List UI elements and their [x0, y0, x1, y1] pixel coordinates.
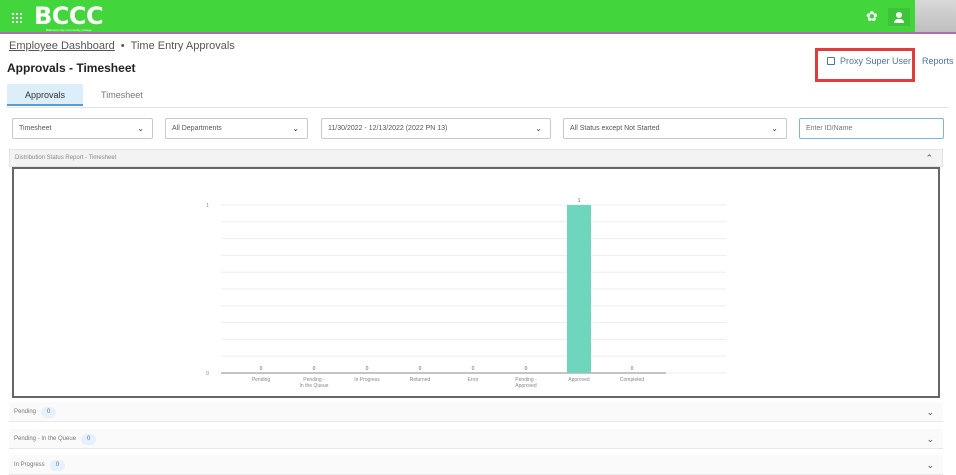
tab-timesheet[interactable]: Timesheet: [83, 84, 161, 106]
accordion-label: Pending - In the Queue: [14, 436, 77, 442]
logo-subtitle: Baltimore City Community College: [46, 28, 92, 32]
tab-divider: [7, 107, 949, 108]
count-badge: 0: [41, 407, 57, 418]
x-tick-label: Completed: [620, 377, 644, 383]
x-tick-label: Approved: [568, 377, 590, 383]
chevron-down-icon[interactable]: ⌄: [926, 402, 934, 422]
breadcrumb-current: Time Entry Approvals: [130, 40, 235, 52]
status-select[interactable]: All Status except Not Started ⌄: [563, 118, 787, 139]
chevron-down-icon: ⌄: [137, 124, 144, 133]
accordion-pending-in-queue[interactable]: Pending - In the Queue 0 ⌄: [9, 429, 943, 449]
x-tick-label: Error: [467, 377, 478, 383]
data-label: 0: [631, 366, 634, 372]
x-tick-label: In Progress: [354, 377, 380, 383]
proxy-label: Proxy Super User: [840, 56, 912, 66]
period-select[interactable]: 11/30/2022 - 12/13/2022 (2022 PN 13) ⌄: [321, 118, 551, 139]
chevron-down-icon[interactable]: ⌄: [926, 429, 934, 449]
x-tick-label: Returned: [410, 377, 431, 383]
count-badge: 0: [81, 434, 97, 445]
proxy-icon: [827, 57, 835, 65]
logo[interactable]: BCCC: [34, 2, 104, 30]
data-label: 0: [313, 366, 316, 372]
bar: [567, 205, 591, 373]
chart-container: 0 1 0 Pending 0 Pending -In the Queue 0 In Prog…: [12, 167, 940, 398]
breadcrumb: Employee Dashboard • Time Entry Approvals: [9, 40, 235, 52]
period-select-value: 11/30/2022 - 12/13/2022 (2022 PN 13): [328, 125, 448, 132]
data-label: 0: [260, 366, 263, 372]
y-tick-label: 1: [206, 203, 209, 209]
chevron-down-icon[interactable]: ⌄: [926, 455, 934, 475]
data-label: 1: [578, 198, 581, 204]
x-tick-label: Pending: [252, 377, 271, 383]
accordion-label: Pending: [14, 409, 37, 415]
tab-bar: Approvals Timesheet: [7, 84, 161, 106]
x-tick-label: Pending -In the Queue: [300, 377, 329, 389]
chart-panel-title: Distribution Status Report - Timesheet: [15, 155, 117, 161]
count-badge: 0: [49, 460, 66, 471]
type-select-value: Timesheet: [19, 125, 52, 132]
chevron-down-icon: ⌄: [771, 124, 778, 133]
top-bar: BCCC Baltimore City Community College ✿: [0, 0, 956, 34]
search-input[interactable]: [799, 118, 944, 139]
department-select-value: All Departments: [172, 125, 222, 132]
department-select[interactable]: All Departments ⌄: [165, 118, 308, 139]
y-tick-label: 0: [206, 371, 209, 377]
x-tick-label: Pending -Approved: [515, 377, 537, 389]
chevron-down-icon: ⌄: [535, 124, 542, 133]
data-label: 0: [525, 366, 528, 372]
breadcrumb-employee-dashboard[interactable]: Employee Dashboard: [9, 40, 115, 52]
tab-approvals[interactable]: Approvals: [7, 84, 84, 106]
chart-panel-header[interactable]: Distribution Status Report - Timesheet ⌃: [9, 149, 943, 167]
chevron-down-icon: ⌄: [292, 124, 299, 133]
reports-link[interactable]: Reports: [922, 56, 954, 66]
data-label: 0: [419, 366, 422, 372]
status-select-value: All Status except Not Started: [570, 125, 660, 132]
accordion-pending[interactable]: Pending 0 ⌄: [9, 402, 943, 422]
user-icon[interactable]: [888, 8, 910, 26]
data-label: 0: [366, 366, 369, 372]
type-select[interactable]: Timesheet ⌄: [12, 118, 153, 139]
chevron-up-icon[interactable]: ⌃: [925, 150, 933, 166]
app-menu-icon[interactable]: [12, 13, 22, 23]
accordion-in-progress[interactable]: In Progress 0 ⌄: [9, 455, 943, 475]
avatar[interactable]: [915, 0, 956, 32]
gear-icon[interactable]: ✿: [866, 9, 878, 23]
data-label: 0: [472, 366, 475, 372]
page-title: Approvals - Timesheet: [7, 61, 136, 75]
accordion-label: In Progress: [14, 462, 45, 468]
status-bar-chart: 0 1 0 Pending 0 Pending -In the Queue 0 In Prog…: [206, 198, 726, 389]
proxy-super-user-link[interactable]: Proxy Super User: [827, 56, 911, 66]
breadcrumb-separator: •: [120, 40, 125, 52]
